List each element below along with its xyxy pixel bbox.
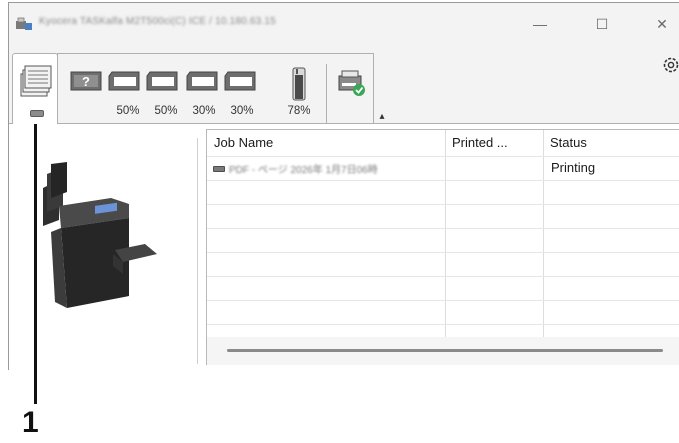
maximize-button[interactable]: ☐ — [579, 13, 625, 35]
printer-device-image — [43, 162, 157, 308]
table-row[interactable]: PDF - ページ 2026年 1月7日06時 Printing — [207, 157, 679, 180]
horizontal-scrollbar-thumb[interactable] — [227, 349, 663, 352]
job-list-table: Job Name Printed ... Status PDF - ページ 20… — [206, 129, 679, 365]
queue-content-area: Job Name Printed ... Status PDF - ページ 20… — [9, 123, 679, 370]
row-divider — [207, 204, 679, 205]
toner-cartridge-icon — [292, 67, 306, 101]
tray-1-percent: 50% — [116, 105, 140, 117]
toner-level-percent: 78% — [287, 105, 311, 117]
job-status-cell: Printing — [551, 160, 596, 175]
pane-divider[interactable] — [197, 138, 198, 364]
callout-leader-line — [34, 118, 37, 404]
collapse-button[interactable]: ▴ — [375, 111, 389, 123]
job-name-cell: PDF - ページ 2026年 1月7日06時 — [229, 165, 378, 176]
horizontal-scrollbar-track[interactable] — [207, 337, 679, 365]
print-queue-icon — [20, 65, 52, 97]
close-button[interactable]: ✕ — [639, 13, 679, 35]
window-title: Kyocera TASKalfa M2T500ci(C) ICE / 10.18… — [39, 16, 276, 27]
tray-3-percent: 30% — [192, 105, 216, 117]
minimize-button[interactable]: — — [517, 13, 563, 35]
tray-4-icon — [224, 71, 256, 91]
manual-feed-tray-icon: ? — [70, 71, 102, 91]
status-indicator-icon — [30, 110, 44, 117]
gear-icon[interactable] — [661, 55, 679, 75]
tray-2-icon — [146, 71, 178, 91]
printer-app-icon — [16, 17, 32, 30]
tray-4-percent: 30% — [230, 105, 254, 117]
title-bar[interactable]: Kyocera TASKalfa M2T500ci(C) ICE / 10.18… — [9, 3, 679, 43]
row-divider — [207, 180, 679, 181]
status-monitor-window: Kyocera TASKalfa M2T500ci(C) ICE / 10.18… — [8, 2, 679, 370]
print-queue-tab[interactable] — [12, 53, 58, 124]
job-document-icon — [213, 166, 225, 172]
column-header-status[interactable]: Status — [543, 130, 679, 156]
row-divider — [207, 324, 679, 325]
column-header-job-name[interactable]: Job Name — [207, 130, 445, 156]
callout-number: 1 — [22, 406, 39, 439]
unknown-level-mark: ? — [82, 74, 90, 89]
device-ok-icon — [338, 70, 365, 96]
toolbar: ? 50% 50% 30% 30% 78% ▴ — [9, 43, 679, 134]
tray-1-icon — [108, 71, 140, 91]
column-header-printed[interactable]: Printed ... — [445, 130, 543, 156]
paper-tray-tab[interactable]: ? 50% 50% 30% 30% 78% — [57, 53, 374, 134]
row-divider — [207, 228, 679, 229]
row-divider — [207, 300, 679, 301]
tray-3-icon — [186, 71, 218, 91]
row-divider — [207, 252, 679, 253]
tray-2-percent: 50% — [154, 105, 178, 117]
row-divider — [207, 276, 679, 277]
